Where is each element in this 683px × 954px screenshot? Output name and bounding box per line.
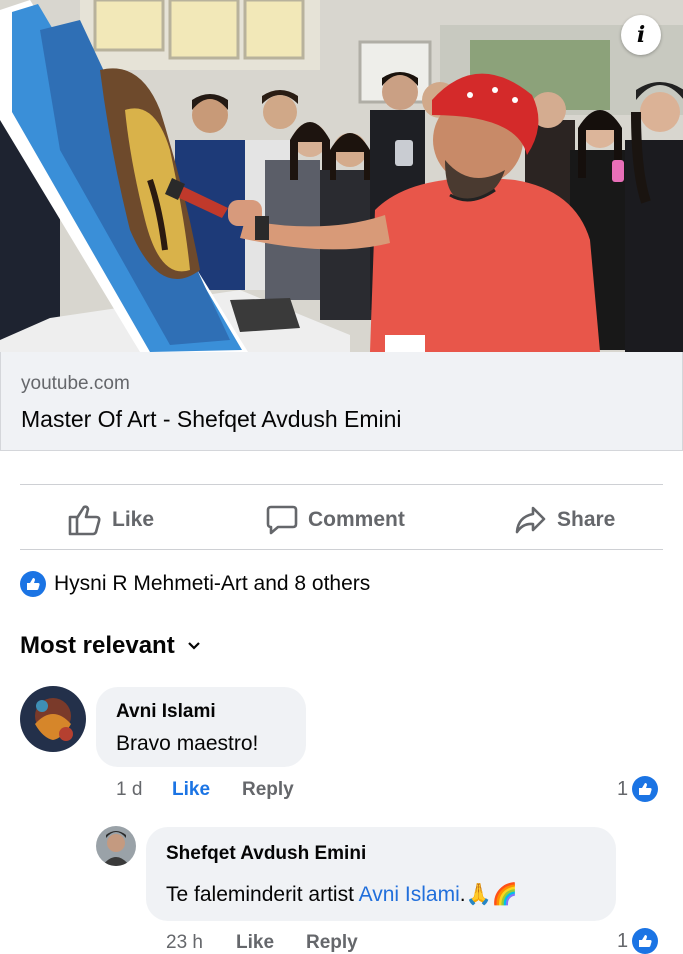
comment-like-button[interactable]: Like bbox=[172, 779, 210, 801]
share-label: Share bbox=[557, 508, 616, 531]
comment-reaction-count[interactable]: 1 bbox=[617, 928, 659, 954]
avatar-image bbox=[96, 826, 136, 866]
link-title: Master Of Art - Shefqet Avdush Emini bbox=[21, 406, 402, 432]
comment-time[interactable]: 23 h bbox=[166, 932, 203, 954]
comment-author[interactable]: Shefqet Avdush Emini bbox=[166, 843, 366, 865]
reactions-summary[interactable]: Hysni R Mehmeti-Art and 8 others bbox=[20, 571, 370, 597]
avatar[interactable] bbox=[20, 686, 86, 752]
like-button[interactable]: Like bbox=[68, 500, 154, 540]
like-reaction-icon bbox=[20, 571, 46, 597]
comment-bubble: Shefqet Avdush Emini Te faleminderit art… bbox=[146, 827, 616, 921]
thumbs-up-icon bbox=[68, 505, 101, 536]
link-preview-image[interactable] bbox=[0, 0, 683, 352]
share-icon bbox=[515, 506, 546, 534]
comment-icon bbox=[266, 505, 298, 535]
comment-reaction-count[interactable]: 1 bbox=[617, 776, 659, 802]
sort-label: Most relevant bbox=[20, 632, 175, 659]
chevron-down-icon bbox=[187, 642, 200, 650]
like-label: Like bbox=[112, 508, 155, 531]
comment-time[interactable]: 1 d bbox=[116, 779, 142, 801]
avatar-image bbox=[20, 686, 86, 752]
share-button[interactable]: Share bbox=[515, 500, 615, 540]
link-preview[interactable]: youtube.com Master Of Art - Shefqet Avdu… bbox=[0, 352, 683, 451]
reaction-count: 1 bbox=[617, 929, 629, 952]
comment-label: Comment bbox=[308, 508, 405, 531]
reaction-count: 1 bbox=[617, 777, 629, 800]
divider bbox=[20, 549, 663, 550]
comment-sort-dropdown[interactable]: Most relevant bbox=[20, 632, 201, 660]
comment-text-start: Te faleminderit artist bbox=[166, 883, 359, 906]
mention-link[interactable]: Avni Islami bbox=[359, 883, 460, 906]
comment-reply-button[interactable]: Reply bbox=[306, 932, 358, 954]
comment-bubble: Avni Islami Bravo maestro! bbox=[96, 687, 306, 767]
comment-reply-button[interactable]: Reply bbox=[242, 779, 294, 801]
comment-text: Te faleminderit artist Avni Islami.🙏🌈 bbox=[166, 883, 518, 907]
avatar[interactable] bbox=[96, 826, 136, 866]
comment-text-end: .🙏🌈 bbox=[459, 883, 518, 906]
like-reaction-icon bbox=[632, 928, 659, 954]
comment-button[interactable]: Comment bbox=[266, 500, 405, 540]
comment-author[interactable]: Avni Islami bbox=[116, 701, 216, 723]
info-icon[interactable]: i bbox=[621, 15, 661, 55]
link-domain: youtube.com bbox=[21, 373, 130, 394]
painting-scene-illustration bbox=[0, 0, 683, 352]
divider bbox=[20, 484, 663, 485]
comment-like-button[interactable]: Like bbox=[236, 932, 274, 954]
reactions-text: Hysni R Mehmeti-Art and 8 others bbox=[54, 572, 371, 595]
comment-text: Bravo maestro! bbox=[116, 732, 259, 755]
like-reaction-icon bbox=[632, 776, 659, 802]
